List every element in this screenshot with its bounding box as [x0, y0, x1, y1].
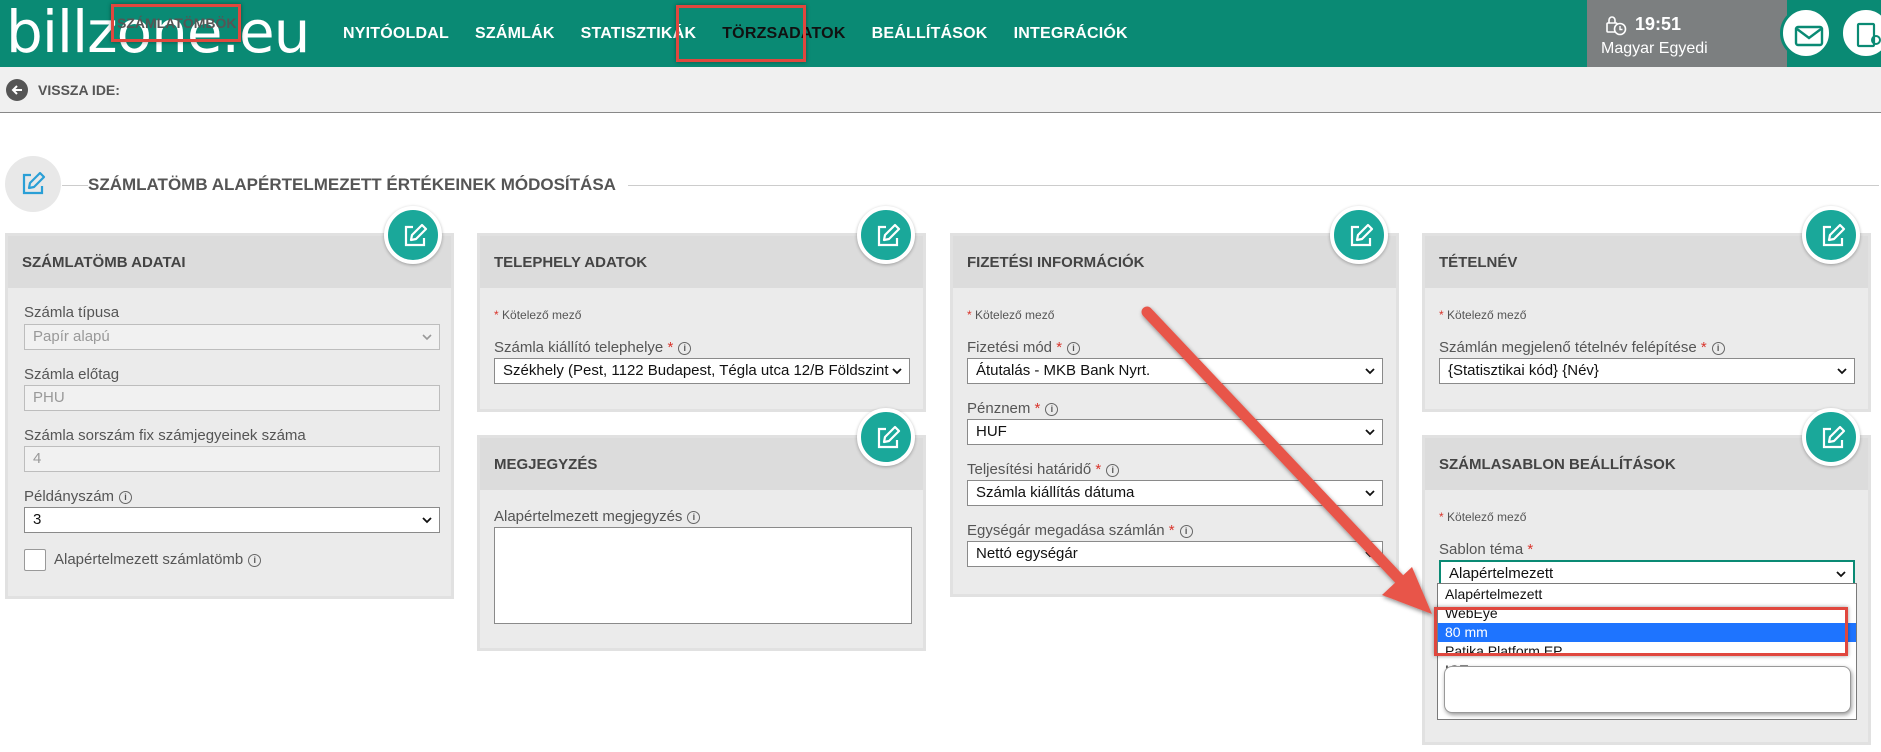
- panel-fizetesi-informaciok: FIZETÉSI INFORMÁCIÓK * Kötelező mező Fiz…: [950, 233, 1399, 597]
- user-document-icon: [1856, 22, 1881, 48]
- session-clock-icon: [1606, 16, 1627, 36]
- chevron-down-icon: [422, 334, 432, 341]
- required-note: * Kötelező mező: [1439, 308, 1527, 322]
- note-label: Alapértelmezett megjegyzés i: [494, 508, 701, 525]
- edit-szamlatomb-button[interactable]: [384, 206, 442, 264]
- nav-item-nyitooldal[interactable]: NYITÓOLDAL: [330, 0, 462, 67]
- info-icon[interactable]: i: [687, 511, 701, 524]
- panel-title: TÉTELNÉV: [1439, 254, 1518, 271]
- currency-select[interactable]: HUF: [967, 419, 1383, 445]
- chevron-down-icon: [422, 517, 432, 524]
- required-note: * Kötelező mező: [967, 308, 1055, 322]
- nav-highlight-box: [676, 5, 806, 62]
- mail-icon: [1794, 25, 1824, 47]
- copies-label: Példányszám i: [24, 488, 133, 505]
- info-icon[interactable]: i: [248, 554, 262, 567]
- edit-fizetes-button[interactable]: [1330, 206, 1388, 264]
- unit-price-label: Egységár megadása számlán * i: [967, 522, 1193, 539]
- currency-label: Pénznem * i: [967, 400, 1059, 417]
- panel-title: FIZETÉSI INFORMÁCIÓK: [967, 254, 1145, 271]
- payment-method-select[interactable]: Átutalás - MKB Bank Nyrt.: [967, 358, 1383, 384]
- edit-megjegyzes-button[interactable]: [857, 408, 915, 466]
- nav-item-integraciok[interactable]: INTEGRÁCIÓK: [1001, 0, 1141, 67]
- invoice-type-select: Papír alapú: [24, 324, 440, 350]
- required-note: * Kötelező mező: [1439, 510, 1527, 524]
- prefix-label: Számla előtag: [24, 366, 120, 383]
- chevron-down-icon: [1365, 368, 1375, 375]
- chevron-down-icon: [1365, 490, 1375, 497]
- messages-button[interactable]: [1780, 7, 1832, 59]
- panel-telephely-adatok: TELEPHELY ADATOK * Kötelező mező Számla …: [477, 233, 926, 412]
- chevron-down-icon: [1836, 571, 1846, 578]
- edit-telephely-button[interactable]: [857, 206, 915, 264]
- section-edit-icon: [5, 156, 61, 212]
- edit-icon: [877, 425, 901, 449]
- user-box[interactable]: 19:51 Magyar Egyedi: [1587, 0, 1787, 67]
- page-title: SZÁMLATÖMB ALAPÉRTELMEZETT ÉRTÉKEINEK MÓ…: [88, 175, 628, 195]
- invoice-type-label: Számla típusa: [24, 304, 120, 321]
- edit-icon: [1822, 425, 1846, 449]
- nav-item-szamlak[interactable]: SZÁMLÁK: [462, 0, 568, 67]
- deadline-select[interactable]: Számla kiállítás dátuma: [967, 480, 1383, 506]
- info-icon[interactable]: i: [1045, 403, 1059, 416]
- panel-szamlatomb-adatai: SZÁMLATÖMB ADATAI Számla típusa Papír al…: [5, 233, 454, 599]
- edit-icon: [1350, 223, 1374, 247]
- required-note: * Kötelező mező: [494, 308, 582, 322]
- user-name: Magyar Egyedi: [1601, 40, 1708, 57]
- edit-icon: [877, 223, 901, 247]
- info-icon[interactable]: i: [1106, 464, 1120, 477]
- info-icon[interactable]: i: [1179, 525, 1193, 538]
- info-icon[interactable]: i: [1711, 342, 1725, 355]
- edit-icon: [404, 223, 428, 247]
- panel-tetelnev: TÉTELNÉV * Kötelező mező Számlán megjele…: [1422, 233, 1871, 412]
- item-name-structure-label: Számlán megjelenő tételnév felépítése * i: [1439, 339, 1725, 356]
- back-label[interactable]: VISSZA IDE:: [38, 82, 120, 98]
- panel-title: SZÁMLATÖMB ADATAI: [22, 254, 186, 271]
- default-checkbox-label: Alapértelmezett számlatömb i: [54, 551, 262, 568]
- option-highlight-box: [1434, 607, 1848, 656]
- top-bar: billzone.eu NYITÓOLDAL SZÁMLÁK STATISZTI…: [0, 0, 1881, 67]
- info-icon[interactable]: i: [1067, 342, 1081, 355]
- panel-title: TELEPHELY ADATOK: [494, 254, 648, 271]
- panel-megjegyzes: MEGJEGYZÉS Alapértelmezett megjegyzés i: [477, 435, 926, 651]
- chevron-down-icon: [892, 368, 902, 375]
- breadcrumb-target-link[interactable]: SZÁMLATÖMBÖK: [117, 15, 237, 31]
- unit-price-select[interactable]: Nettó egységár: [967, 541, 1383, 567]
- chevron-down-icon: [1365, 429, 1375, 436]
- user-settings-button[interactable]: [1840, 7, 1881, 59]
- payment-method-label: Fizetési mód * i: [967, 339, 1081, 356]
- item-name-structure-select[interactable]: {Statisztikai kód} {Név}: [1439, 358, 1855, 384]
- site-select[interactable]: Székhely (Pest, 1122 Budapest, Tégla utc…: [494, 358, 910, 384]
- nav-item-beallitasok[interactable]: BEÁLLÍTÁSOK: [859, 0, 1001, 67]
- chevron-down-icon: [1365, 551, 1375, 558]
- prefix-field: PHU: [24, 385, 440, 411]
- fixed-digits-label: Számla sorszám fix számjegyeinek száma: [24, 427, 306, 444]
- back-arrow-icon[interactable]: [6, 79, 28, 101]
- template-theme-label: Sablon téma *: [1439, 541, 1534, 558]
- edit-sablon-button[interactable]: [1802, 408, 1860, 466]
- edit-icon: [1822, 223, 1846, 247]
- note-textarea[interactable]: [494, 527, 912, 624]
- site-label: Számla kiállító telephelye * i: [494, 339, 692, 356]
- info-icon[interactable]: i: [678, 342, 692, 355]
- chevron-down-icon: [1837, 368, 1847, 375]
- default-invoice-block-checkbox[interactable]: [24, 549, 46, 571]
- session-time: 19:51: [1635, 14, 1682, 34]
- panel-title: SZÁMLASABLON BEÁLLÍTÁSOK: [1439, 456, 1676, 473]
- deadline-label: Teljesítési határidő * i: [967, 461, 1120, 478]
- fixed-digits-field: 4: [24, 446, 440, 472]
- back-bar: VISSZA IDE:: [0, 67, 1881, 113]
- tooltip-overlay: [1444, 666, 1851, 713]
- copies-select[interactable]: 3: [24, 507, 440, 533]
- edit-tetelnev-button[interactable]: [1802, 206, 1860, 264]
- option-alapertelmezett[interactable]: Alapértelmezett: [1438, 585, 1856, 604]
- info-icon[interactable]: i: [119, 491, 133, 504]
- panel-title: MEGJEGYZÉS: [494, 456, 598, 473]
